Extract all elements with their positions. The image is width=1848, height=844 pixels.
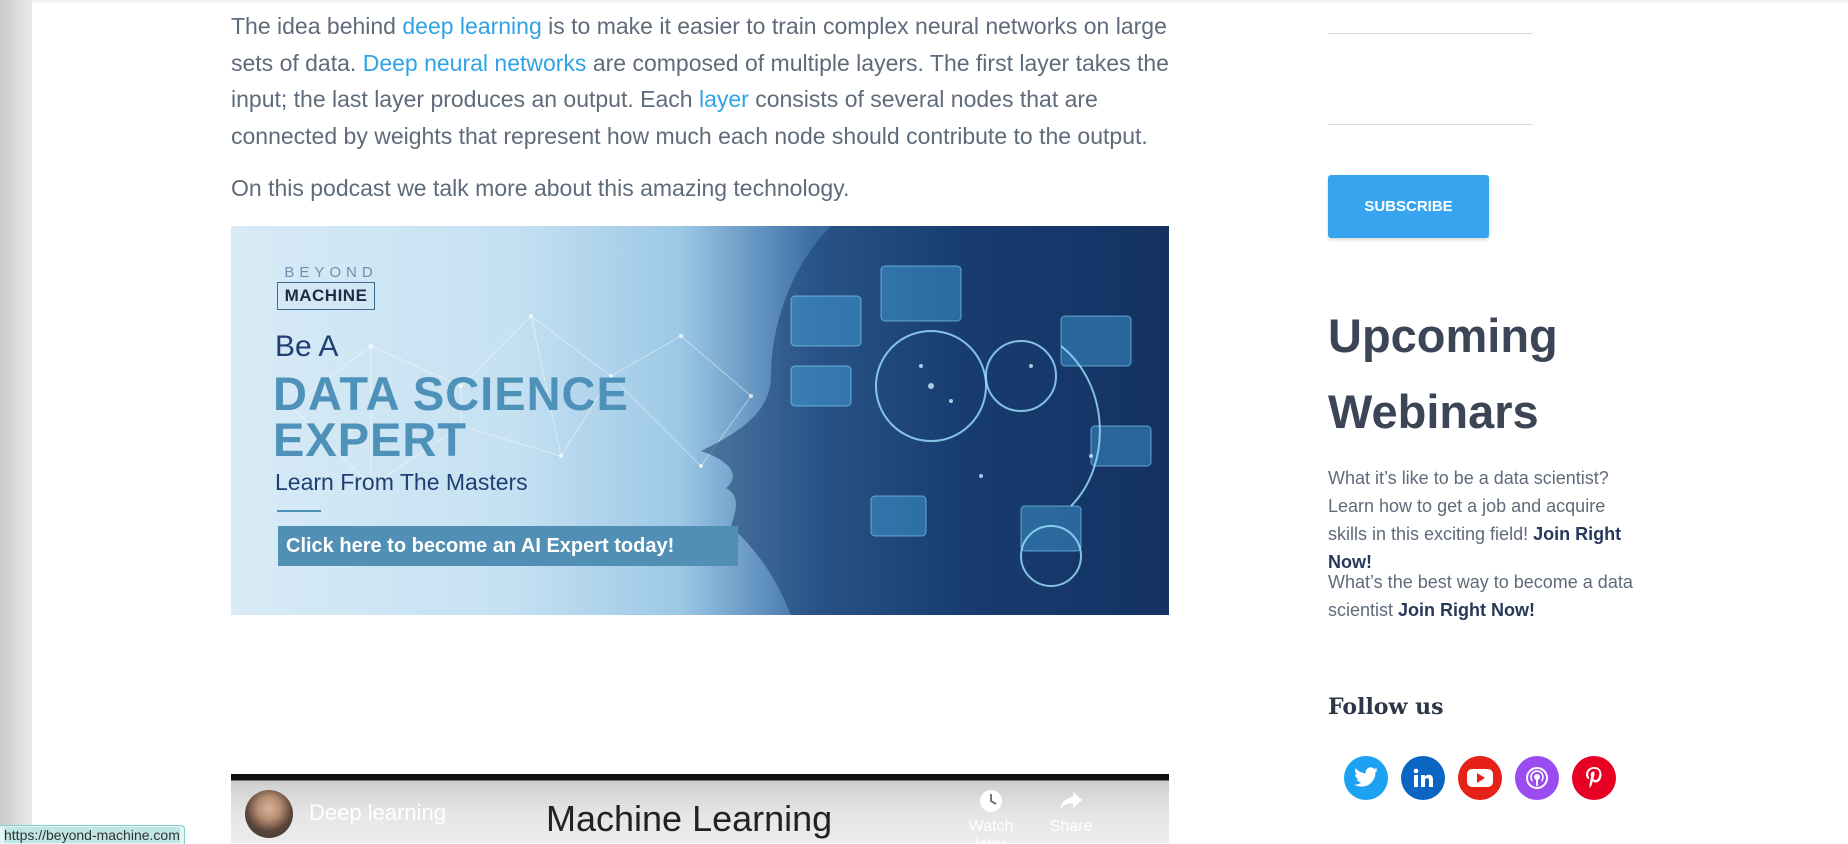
sidebar-input-underline[interactable] bbox=[1328, 33, 1533, 34]
upcoming-webinars-heading: Upcoming Webinars bbox=[1328, 309, 1558, 438]
share-label: Share bbox=[1049, 818, 1093, 835]
brand-machine-logo: MACHINE bbox=[277, 282, 375, 310]
pinterest-link[interactable] bbox=[1572, 756, 1616, 800]
status-url-text: https://beyond-machine.com bbox=[4, 827, 180, 843]
video-thumbnail-text: Machine Learning bbox=[546, 798, 833, 839]
clock-icon bbox=[980, 790, 1002, 812]
twitter-link[interactable] bbox=[1344, 756, 1388, 800]
podcast-icon bbox=[1526, 767, 1548, 789]
youtube-video-embed[interactable]: Deep learning Machine Learning Watch lat… bbox=[231, 774, 1169, 843]
brand-beyond-text: BEYOND bbox=[284, 264, 378, 281]
youtube-icon bbox=[1467, 769, 1493, 787]
subscribe-button[interactable]: SUBSCRIBE bbox=[1328, 175, 1489, 238]
twitter-icon bbox=[1354, 767, 1378, 787]
deep-learning-link[interactable]: deep learning bbox=[402, 13, 541, 39]
share-arrow-icon bbox=[1060, 792, 1082, 810]
follow-us-heading: Follow us bbox=[1328, 694, 1444, 720]
article-body: The idea behind deep learning is to make… bbox=[231, 8, 1171, 154]
channel-avatar[interactable] bbox=[245, 790, 293, 838]
share-button[interactable]: Share bbox=[1036, 788, 1106, 836]
youtube-link[interactable] bbox=[1458, 756, 1502, 800]
banner-be-a: Be A bbox=[275, 330, 339, 363]
watch-later-label: Watch later bbox=[968, 818, 1014, 843]
podcast-link[interactable] bbox=[1515, 756, 1559, 800]
linkedin-icon bbox=[1413, 768, 1433, 787]
podcast-paragraph: On this podcast we talk more about this … bbox=[231, 175, 850, 201]
banner-divider bbox=[277, 510, 321, 512]
top-shadow bbox=[32, 0, 1848, 4]
paragraph-text: The idea behind bbox=[231, 13, 403, 39]
webinar-2-description: What’s the best way to become a data sci… bbox=[1328, 568, 1648, 624]
webinar-2-join-link[interactable]: Join Right Now! bbox=[1398, 600, 1535, 620]
banner-cta-button[interactable]: Click here to become an AI Expert today! bbox=[278, 526, 738, 566]
banner-headline-line2: EXPERT bbox=[273, 413, 468, 466]
linkedin-link[interactable] bbox=[1401, 756, 1445, 800]
video-title[interactable]: Deep learning bbox=[309, 800, 446, 826]
watch-later-button[interactable]: Watch later bbox=[956, 788, 1026, 843]
status-bar-url: https://beyond-machine.com bbox=[0, 825, 185, 844]
article-paragraph: The idea behind deep learning is to make… bbox=[231, 8, 1171, 154]
pinterest-icon bbox=[1586, 767, 1602, 788]
webinar-1-description: What it’s like to be a data scientist? L… bbox=[1328, 464, 1648, 576]
sidebar-input-underline[interactable] bbox=[1328, 124, 1533, 125]
banner-subline: Learn From The Masters bbox=[275, 469, 528, 495]
deep-neural-networks-link[interactable]: Deep neural networks bbox=[363, 50, 587, 76]
layer-link[interactable]: layer bbox=[699, 86, 749, 112]
left-gutter bbox=[0, 0, 32, 843]
ai-expert-banner[interactable]: BEYOND MACHINE Be A DATA SCIENCE EXPERT … bbox=[231, 226, 1169, 615]
